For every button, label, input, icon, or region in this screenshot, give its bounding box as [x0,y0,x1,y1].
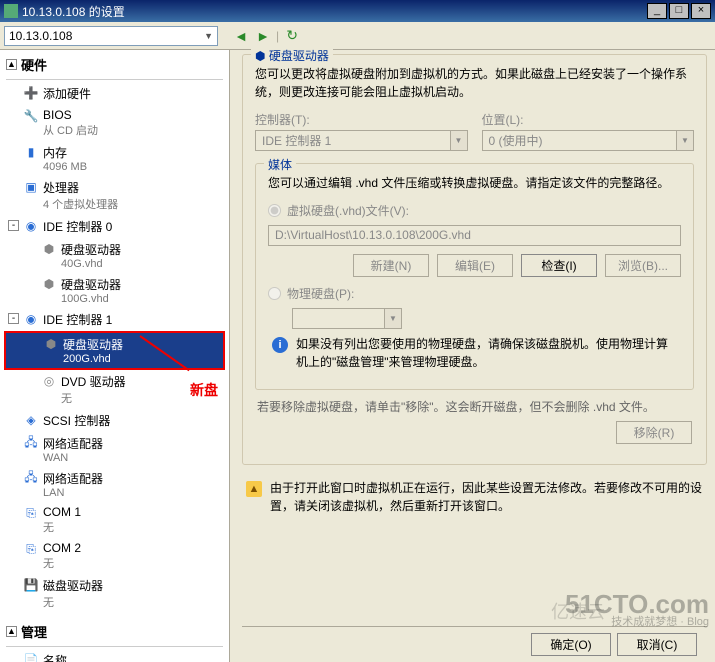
group-description: 您可以更改将虚拟硬盘附加到虚拟机的方式。如果此磁盘上已经安装了一个操作系统，则更… [255,65,694,101]
tree-item-nic-lan[interactable]: 🖧 网络适配器LAN [4,467,225,502]
collapse-icon[interactable]: ▲ [6,626,17,637]
dvd-icon: ◎ [41,373,57,389]
location-select: 0 (使用中)▼ [482,130,695,151]
nic-icon: 🖧 [23,470,39,486]
radio-physical-disk: 物理硬盘(P): [268,285,681,302]
tree-item-hdd-100g[interactable]: ⬢ 硬盘驱动器100G.vhd [4,273,225,308]
media-group-title: 媒体 [264,156,296,173]
floppy-icon: 💾 [23,577,39,593]
tree-item-add-hardware[interactable]: ➕ 添加硬件 [4,82,225,105]
info-icon: i [272,337,288,353]
toolbar: 10.13.0.108 ▼ ◄ ► | ↻ [0,22,715,50]
tree-item-name[interactable]: 📄 名称10.13.0.108 [4,649,225,662]
collapse-icon[interactable]: - [8,220,19,231]
group-title: ⬢ 硬盘驱动器 [251,47,333,64]
hdd-icon: ⬢ [41,241,57,257]
remove-note: 若要移除虚拟硬盘，请单击"移除"。这会断开磁盘，但不会删除 .vhd 文件。 [257,398,692,415]
watermark-yisu: 亿速云 [551,598,605,624]
minimize-button[interactable]: _ [647,3,667,19]
chevron-down-icon: ▼ [450,131,467,150]
hdd-icon: ⬢ [43,336,59,352]
management-tree: 📄 名称10.13.0.108 ⚙ 集成服务提供了所有服务 [0,649,229,662]
controller-select: IDE 控制器 1▼ [255,130,468,151]
tree-item-floppy[interactable]: 💾 磁盘驱动器无 [4,574,225,613]
collapse-icon[interactable]: ▲ [6,59,17,70]
new-button: 新建(N) [353,254,429,277]
hardware-section-header[interactable]: ▲ 硬件 [0,52,229,77]
chevron-down-icon: ▼ [384,309,401,328]
name-icon: 📄 [23,652,39,662]
management-section-header[interactable]: ▲ 管理 [0,619,229,644]
tree-item-scsi[interactable]: ◈ SCSI 控制器 [4,409,225,432]
radio-vhd-input [268,204,281,217]
vhd-path-field: D:\VirtualHost\10.13.0.108\200G.vhd [268,225,681,246]
tree-item-ide1[interactable]: -◉ IDE 控制器 1 [4,308,225,331]
window-titlebar: 10.13.0.108 的设置 _ □ × [0,0,715,22]
nav-forward-button[interactable]: ► [254,27,272,45]
tree-item-ide0[interactable]: -◉ IDE 控制器 0 [4,215,225,238]
browse-button: 浏览(B)... [605,254,681,277]
ide-icon: ◉ [23,311,39,327]
ide-icon: ◉ [23,218,39,234]
window-icon [4,4,18,18]
window-title: 10.13.0.108 的设置 [22,3,125,20]
controller-label: 控制器(T): [255,111,468,128]
warning-icon: ▲ [246,481,262,497]
tree-item-cpu[interactable]: ▣ 处理器4 个虚拟处理器 [4,176,225,215]
refresh-button[interactable]: ↻ [283,27,301,45]
hdd-icon: ⬢ [41,276,57,292]
radio-phys-input [268,287,281,300]
close-button[interactable]: × [691,3,711,19]
hdd-group: ⬢ 硬盘驱动器 您可以更改将虚拟硬盘附加到虚拟机的方式。如果此磁盘上已经安装了一… [242,54,707,465]
inspect-button[interactable]: 检查(I) [521,254,597,277]
management-section-label: 管理 [21,622,47,641]
remove-button: 移除(R) [616,421,692,444]
ok-button[interactable]: 确定(O) [531,633,611,656]
tree-item-nic-wan[interactable]: 🖧 网络适配器WAN [4,432,225,467]
tree-item-memory[interactable]: ▮ 内存4096 MB [4,141,225,176]
nav-back-button[interactable]: ◄ [232,27,250,45]
annotation-new-disk: 新盘 [190,380,218,400]
chevron-down-icon: ▼ [676,131,693,150]
cpu-icon: ▣ [23,179,39,195]
scsi-icon: ◈ [23,412,39,428]
add-hardware-icon: ➕ [23,85,39,101]
sidebar: ▲ 硬件 ➕ 添加硬件 🔧 BIOS从 CD 启动 ▮ 内存4096 MB ▣ … [0,50,230,662]
radio-vhd-file: 虚拟硬盘(.vhd)文件(V): [268,202,681,219]
maximize-button[interactable]: □ [669,3,689,19]
media-description: 您可以通过编辑 .vhd 文件压缩或转换虚拟硬盘。请指定该文件的完整路径。 [268,174,681,192]
bios-icon: 🔧 [23,108,39,124]
physical-disk-select: ▼ [292,308,402,329]
cancel-button[interactable]: 取消(C) [617,633,697,656]
settings-panel: ⬢ 硬盘驱动器 您可以更改将虚拟硬盘附加到虚拟机的方式。如果此磁盘上已经安装了一… [230,50,715,662]
location-label: 位置(L): [482,111,695,128]
warning-running-vm: ▲ 由于打开此窗口时虚拟机正在运行，因此某些设置无法修改。若要修改不可用的设置，… [246,479,703,515]
info-physical-disk: i 如果没有列出您要使用的物理硬盘，请确保该磁盘脱机。使用物理计算机上的"磁盘管… [272,335,677,371]
hardware-tree: ➕ 添加硬件 🔧 BIOS从 CD 启动 ▮ 内存4096 MB ▣ 处理器4 … [0,82,229,619]
com-icon: ⎘ [23,505,39,521]
memory-icon: ▮ [23,144,39,160]
collapse-icon[interactable]: - [8,313,19,324]
chevron-down-icon: ▼ [204,31,213,41]
tree-item-com2[interactable]: ⎘ COM 2无 [4,538,225,574]
tree-item-com1[interactable]: ⎘ COM 1无 [4,502,225,538]
tree-item-bios[interactable]: 🔧 BIOS从 CD 启动 [4,105,225,141]
tree-item-hdd-40g[interactable]: ⬢ 硬盘驱动器40G.vhd [4,238,225,273]
media-group: 媒体 您可以通过编辑 .vhd 文件压缩或转换虚拟硬盘。请指定该文件的完整路径。… [255,163,694,390]
hdd-icon: ⬢ [255,49,265,63]
tree-item-hdd-200g[interactable]: ⬢ 硬盘驱动器200G.vhd [4,331,225,370]
address-dropdown[interactable]: 10.13.0.108 ▼ [4,26,218,46]
edit-button: 编辑(E) [437,254,513,277]
com-icon: ⎘ [23,541,39,557]
nic-icon: 🖧 [23,435,39,451]
hardware-section-label: 硬件 [21,55,47,74]
address-value: 10.13.0.108 [9,29,72,43]
dialog-footer: 确定(O) 取消(C) [242,626,707,662]
